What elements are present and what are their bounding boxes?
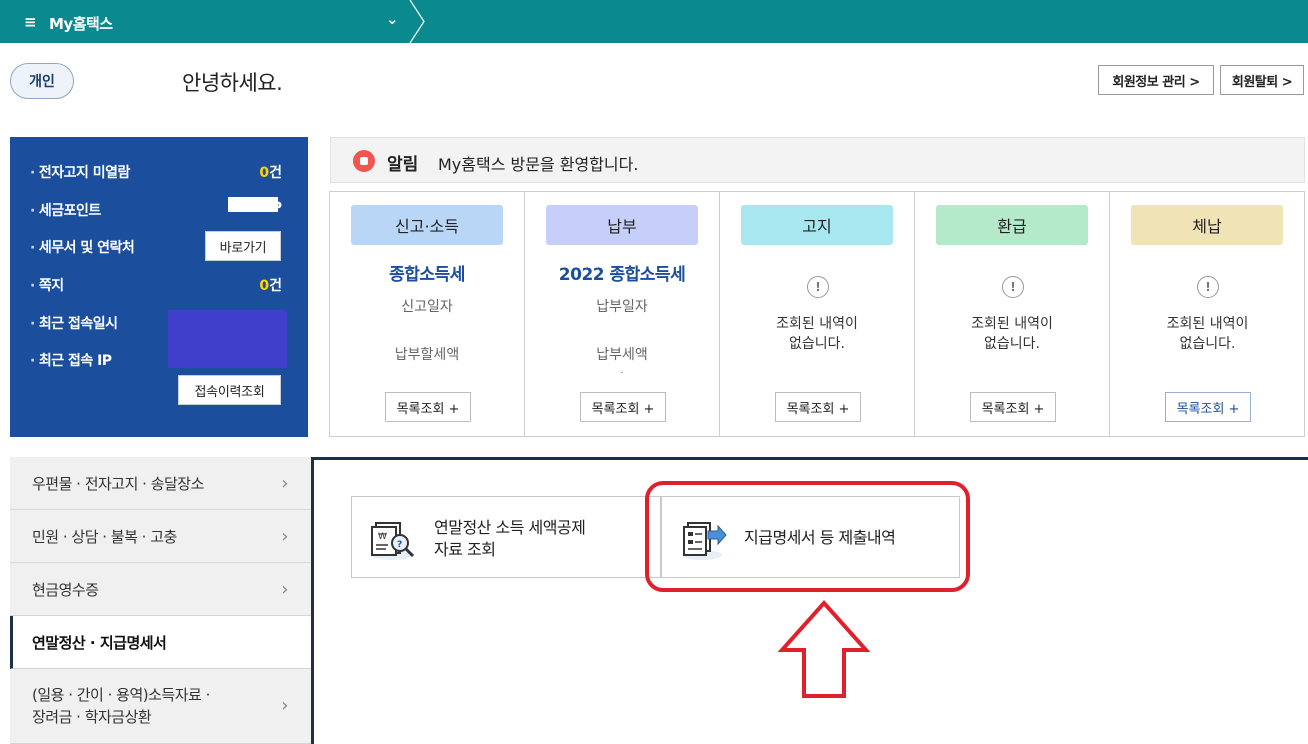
menu-item-mail-notice[interactable]: 우편물 · 전자고지 · 송달장소 › xyxy=(10,457,312,510)
member-info-button[interactable]: 회원정보 관리 > xyxy=(1098,65,1214,95)
list-view-button[interactable]: 목록조회 + xyxy=(970,392,1056,422)
exclamation-icon: ! xyxy=(807,276,829,298)
menu-item-civil-appeal[interactable]: 민원 · 상담 · 불복 · 고충 › xyxy=(10,510,312,563)
highlight-box xyxy=(645,481,970,592)
tax-office-go-button[interactable]: 바로가기 xyxy=(205,231,281,261)
account-summary-panel: ·전자고지 미열람 0건 ·세금포인트 P ·세무서 및 연락처 바로가기 ·쪽… xyxy=(10,137,308,437)
redacted-tax-points xyxy=(228,197,278,212)
summary-row-tax-points: · 세금포인트 xyxy=(30,203,101,219)
withdraw-button[interactable]: 회원탈퇴 > xyxy=(1220,65,1304,95)
card-title: 납부 xyxy=(546,205,698,245)
summary-row-last-ip: · 최근 접속 IP xyxy=(30,353,112,369)
megaphone-icon xyxy=(353,150,375,172)
card-subtitle[interactable]: 종합소득세 xyxy=(330,260,524,285)
empty-message: 조회된 내역이 없습니다. xyxy=(971,316,1053,352)
card-title: 신고·소득 xyxy=(351,205,503,245)
redacted-login-info xyxy=(168,310,287,368)
card-arrears: 체납 ! 조회된 내역이 없습니다. 목록조회 + xyxy=(1110,192,1305,436)
list-view-button[interactable]: 목록조회 + xyxy=(580,392,666,422)
user-type-badge: 개인 xyxy=(10,63,74,99)
card-payment: 납부 2022 종합소득세 납부일자 납부세액 · 목록조회 + xyxy=(525,192,720,436)
deduction-data-card[interactable]: ₩ ? 연말정산 소득 세액공제 자료 조회 xyxy=(351,496,661,578)
chevron-down-icon[interactable]: ⌄ xyxy=(386,10,399,28)
card-subtitle[interactable]: 2022 종합소득세 xyxy=(525,260,719,285)
card-filing: 신고·소득 종합소득세 신고일자 납부할세액 목록조회 + xyxy=(330,192,525,436)
chevron-right-icon: › xyxy=(281,695,288,716)
menu-item-year-end-settlement[interactable]: 연말정산 · 지급명세서 xyxy=(10,616,312,669)
card-title: 환급 xyxy=(936,205,1088,245)
summary-row-messages: · 쪽지 xyxy=(30,278,64,294)
card-line: 신고일자 xyxy=(401,299,453,315)
notice-label: 알림 xyxy=(387,155,419,175)
unread-notice-count[interactable]: 0건 xyxy=(259,162,282,182)
svg-text:₩: ₩ xyxy=(378,532,387,542)
list-view-button[interactable]: 목록조회 + xyxy=(775,392,861,422)
top-navigation-bar: ≡ My홈택스 ⌄ xyxy=(0,0,1308,43)
card-line: 납부일자 xyxy=(596,299,648,315)
messages-count[interactable]: 0건 xyxy=(259,275,282,295)
menu-item-cash-receipt[interactable]: 현금영수증 › xyxy=(10,563,312,616)
chevron-right-icon: › xyxy=(281,525,288,547)
menu-item-income-data[interactable]: (일용 · 간이 · 용역)소득자료 · 장려금 · 학자금상환 › xyxy=(10,669,312,744)
hamburger-menu-icon[interactable]: ≡ xyxy=(24,13,37,31)
notice-text: My홈택스 방문을 환영합니다. xyxy=(438,155,639,174)
svg-text:?: ? xyxy=(397,540,402,550)
card-line: · xyxy=(620,368,624,379)
summary-row-tax-office: · 세무서 및 연락처 xyxy=(30,240,135,256)
list-view-button[interactable]: 목록조회 + xyxy=(385,392,471,422)
notice-banner: 알림 My홈택스 방문을 환영합니다. xyxy=(330,137,1305,183)
side-menu: 우편물 · 전자고지 · 송달장소 › 민원 · 상담 · 불복 · 고충 › 현금… xyxy=(10,457,312,744)
card-title: 체납 xyxy=(1131,205,1283,245)
deduction-data-label: 연말정산 소득 세액공제 자료 조회 xyxy=(434,518,586,559)
greeting-text: 안녕하세요. xyxy=(182,71,283,95)
chevron-right-icon: › xyxy=(281,578,288,600)
summary-row-last-login: · 최근 접속일시 xyxy=(30,316,118,332)
summary-row-unread-notice: · 전자고지 미열람 xyxy=(30,165,130,181)
card-notice: 고지 ! 조회된 내역이 없습니다. 목록조회 + xyxy=(720,192,915,436)
my-hometax-title[interactable]: My홈택스 xyxy=(49,13,113,34)
card-refund: 환급 ! 조회된 내역이 없습니다. 목록조회 + xyxy=(915,192,1110,436)
chevron-right-icon: › xyxy=(281,472,288,494)
card-line: 납부세액 xyxy=(596,347,648,363)
card-line: 납부할세액 xyxy=(394,347,460,363)
document-search-icon: ₩ ? xyxy=(371,522,415,560)
breadcrumb-separator-icon xyxy=(409,0,425,43)
login-history-button[interactable]: 접속이력조회 xyxy=(178,375,281,405)
card-title: 고지 xyxy=(741,205,893,245)
list-view-button[interactable]: 목록조회 + xyxy=(1165,392,1251,422)
empty-message: 조회된 내역이 없습니다. xyxy=(1166,316,1249,352)
exclamation-icon: ! xyxy=(1197,276,1219,298)
exclamation-icon: ! xyxy=(1002,276,1024,298)
up-arrow-icon xyxy=(778,600,870,698)
status-cards: 신고·소득 종합소득세 신고일자 납부할세액 목록조회 + 납부 2022 종합… xyxy=(329,191,1305,437)
empty-message: 조회된 내역이 없습니다. xyxy=(776,316,858,352)
